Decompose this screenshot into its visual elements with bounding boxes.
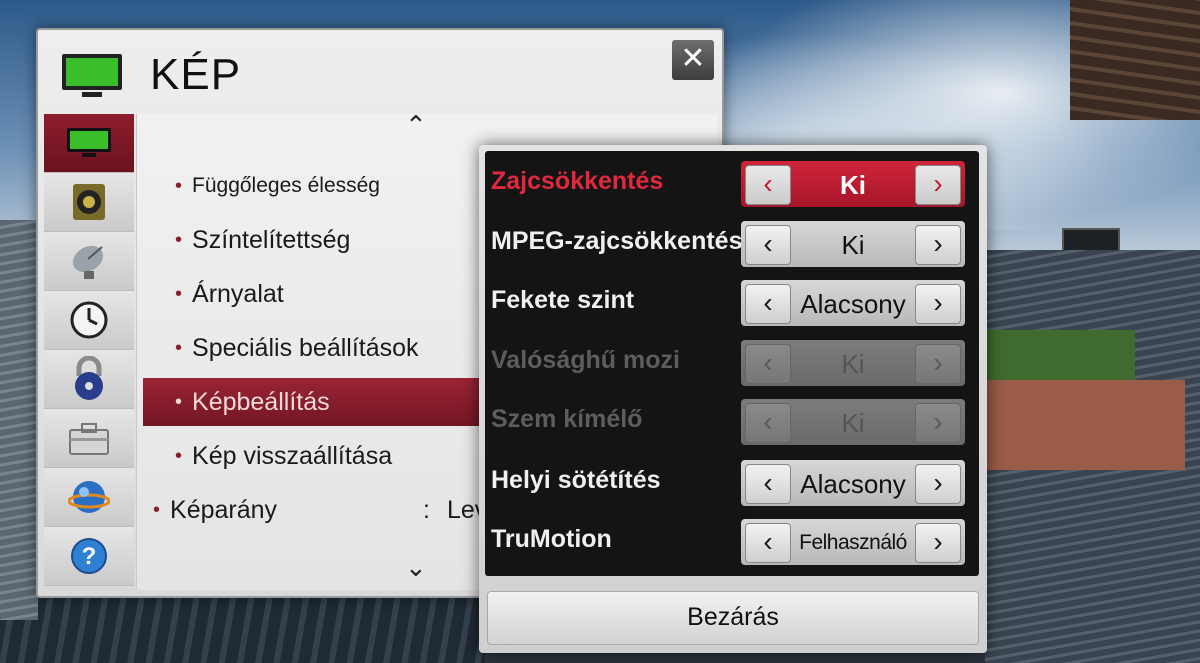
chevron-right-icon: › (915, 403, 961, 443)
scroll-up-icon[interactable]: ⌃ (405, 110, 427, 141)
option-value: Ki (841, 349, 865, 379)
option-label: MPEG-zajcsökkentés (491, 227, 743, 255)
background-left-stands (0, 220, 38, 620)
bullet-icon: • (153, 498, 161, 521)
chevron-left-icon[interactable]: ‹ (745, 464, 791, 504)
sidebar-item-network[interactable] (44, 468, 134, 527)
dialog-close-button[interactable]: Bezárás (487, 591, 979, 645)
menu-item-label: Kép visszaállítása (192, 441, 393, 470)
satellite-dish-icon (72, 245, 104, 279)
option-row-mpeg-noise-reduction[interactable]: MPEG-zajcsökkentés ‹ Ki › (485, 213, 979, 271)
sidebar-item-support[interactable]: ? (44, 527, 134, 586)
sidebar-item-picture[interactable] (44, 114, 134, 173)
menu-item-label: Színtelítettség (192, 225, 351, 254)
chevron-left-icon: ‹ (745, 403, 791, 443)
scroll-down-icon[interactable]: ⌄ (405, 552, 427, 583)
option-label: TruMotion (491, 525, 612, 553)
aspect-separator: : (423, 495, 430, 524)
chevron-right-icon[interactable]: › (915, 225, 961, 265)
option-value: Ki (840, 170, 866, 200)
category-sidebar: ? (44, 114, 136, 590)
option-row-trumotion[interactable]: TruMotion ‹ Felhasználó › (485, 511, 979, 569)
option-stepper: ‹ Ki › (741, 340, 965, 386)
chevron-right-icon[interactable]: › (915, 523, 961, 563)
page-title: KÉP (150, 50, 242, 99)
chevron-right-icon[interactable]: › (915, 165, 961, 205)
option-stepper: ‹ Ki › (741, 221, 965, 267)
background-seats (0, 590, 485, 663)
option-label: Helyi sötétítés (491, 466, 661, 494)
bullet-icon: • (175, 228, 183, 251)
sidebar-item-lock[interactable] (44, 350, 134, 409)
menu-item-label: Képbeállítás (192, 387, 330, 416)
menu-item-label: Függőleges élesség (192, 174, 380, 197)
option-stepper: ‹ Ki › (741, 399, 965, 445)
picture-option-dialog: Zajcsökkentés ‹ Ki › MPEG-zajcsökkentés … (479, 145, 987, 653)
background-track (985, 380, 1185, 470)
chevron-left-icon[interactable]: ‹ (745, 523, 791, 563)
option-stepper: ‹ Alacsony › (741, 460, 965, 506)
option-value: Ki (841, 408, 865, 438)
menu-item-picture-option[interactable]: • Képbeállítás (143, 378, 513, 426)
option-label: Valósághű mozi (491, 346, 680, 374)
menu-item-label: Képarány (170, 495, 278, 524)
option-stepper: ‹ Alacsony › (741, 280, 965, 326)
bullet-icon: • (175, 174, 183, 197)
sidebar-item-channels[interactable] (44, 232, 134, 291)
sidebar-item-options[interactable] (44, 409, 134, 468)
chevron-left-icon[interactable]: ‹ (745, 165, 791, 205)
chevron-left-icon[interactable]: ‹ (745, 284, 791, 324)
chevron-right-icon: › (915, 344, 961, 384)
svg-text:?: ? (82, 543, 97, 570)
chevron-left-icon[interactable]: ‹ (745, 225, 791, 265)
option-list: Zajcsökkentés ‹ Ki › MPEG-zajcsökkentés … (485, 151, 979, 576)
menu-item-label: Árnyalat (192, 279, 284, 308)
toolbox-icon (69, 423, 109, 455)
option-value: Felhasználó (799, 531, 907, 554)
background-stadium-roof (1070, 0, 1200, 120)
sidebar-item-sound[interactable] (44, 173, 134, 232)
speaker-icon (73, 184, 105, 220)
chevron-left-icon: ‹ (745, 344, 791, 384)
option-row-black-level[interactable]: Fekete szint ‹ Alacsony › (485, 272, 979, 330)
sidebar-item-time[interactable] (44, 291, 134, 350)
help-icon: ? (71, 538, 107, 574)
bullet-icon: • (175, 282, 183, 305)
clock-icon (70, 301, 108, 339)
bullet-icon: • (175, 390, 183, 413)
bullet-icon: • (175, 444, 183, 467)
option-label: Szem kímélő (491, 405, 643, 433)
bullet-icon: • (175, 336, 183, 359)
chevron-right-icon[interactable]: › (915, 464, 961, 504)
option-row-noise-reduction[interactable]: Zajcsökkentés ‹ Ki › (485, 153, 979, 211)
option-value: Alacsony (800, 469, 906, 499)
option-label: Zajcsökkentés (491, 167, 664, 195)
option-value: Alacsony (800, 289, 906, 319)
option-stepper: ‹ Felhasználó › (741, 519, 965, 565)
close-button[interactable]: ✕ (672, 40, 714, 80)
network-globe-icon (68, 481, 110, 513)
tv-icon (62, 54, 122, 97)
option-row-eye-care: Szem kímélő ‹ Ki › (485, 391, 979, 449)
chevron-right-icon[interactable]: › (915, 284, 961, 324)
option-value: Ki (841, 230, 865, 260)
option-label: Fekete szint (491, 286, 635, 314)
lock-icon (75, 356, 103, 400)
option-row-local-dimming[interactable]: Helyi sötétítés ‹ Alacsony › (485, 452, 979, 510)
tv-picture-icon (67, 128, 111, 157)
option-stepper: ‹ Ki › (741, 161, 965, 207)
menu-item-label: Speciális beállítások (192, 333, 419, 362)
option-row-real-cinema: Valósághű mozi ‹ Ki › (485, 332, 979, 390)
